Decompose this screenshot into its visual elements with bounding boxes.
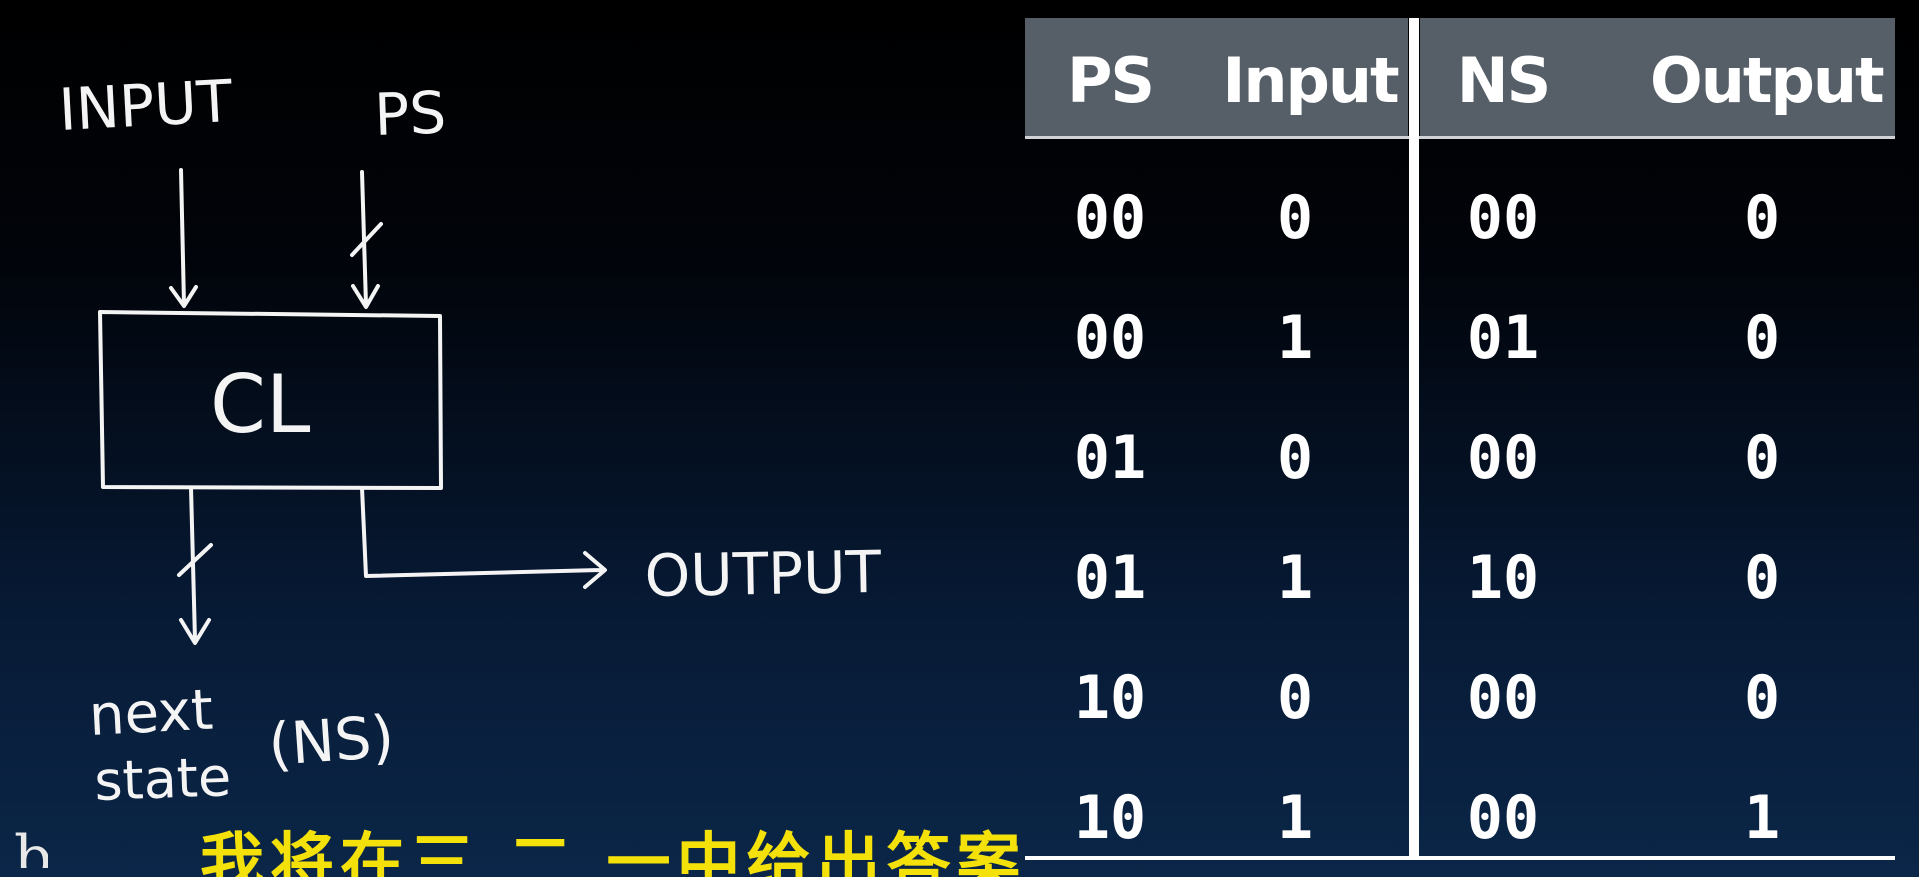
ns-label: (NS) [266, 702, 396, 779]
table-cell-output: 1 [1743, 783, 1781, 853]
header-output: Output [1650, 44, 1885, 117]
table-cell-ns: 10 [1466, 543, 1540, 613]
cl-label: CL [210, 358, 311, 451]
table-cell-ns: 00 [1466, 783, 1540, 853]
header-rule [1025, 136, 1895, 139]
table-cell-ns: 00 [1466, 663, 1540, 733]
table-cell-output: 0 [1743, 303, 1781, 373]
state-label: state [93, 745, 232, 813]
table-cell-input: 0 [1276, 423, 1314, 493]
next-state-arrow [177, 486, 213, 645]
output-label: OUTPUT [644, 538, 882, 610]
table-cell-ps: 10 [1073, 663, 1147, 733]
table-cell-input: 1 [1276, 303, 1314, 373]
table-header: PS Input NS Output [1025, 18, 1895, 136]
table-cell-ps: 01 [1073, 423, 1147, 493]
input-label: INPUT [57, 67, 234, 144]
table-cell-ns: 01 [1466, 303, 1540, 373]
ps-bus-arrow [350, 170, 383, 309]
table-cell-input: 1 [1276, 543, 1314, 613]
cropped-glyph: b [14, 828, 48, 868]
table-cell-output: 0 [1743, 183, 1781, 253]
table-cell-ns: 00 [1466, 423, 1540, 493]
table-cell-output: 0 [1743, 423, 1781, 493]
video-subtitle: 我将在三 二 一中给出答案 [200, 827, 1027, 877]
table-cell-output: 0 [1743, 543, 1781, 613]
next-label: next [87, 678, 214, 749]
table-cell-ps: 00 [1073, 303, 1147, 373]
table-cell-ns: 00 [1466, 183, 1540, 253]
input-arrow [169, 168, 198, 308]
table-cell-input: 0 [1276, 663, 1314, 733]
header-ns: NS [1456, 44, 1552, 117]
table-cell-ps: 10 [1073, 783, 1147, 853]
state-transition-table: PS Input NS Output 00 0 00 0 00 1 01 0 0… [1025, 18, 1895, 863]
header-input: Input [1222, 44, 1399, 117]
table-cell-ps: 00 [1073, 183, 1147, 253]
slide: INPUT PS CL OUTPUT next state (NS) PS In… [0, 0, 1919, 877]
output-arrow [360, 486, 607, 589]
table-cell-input: 0 [1276, 183, 1314, 253]
table-cell-input: 1 [1276, 783, 1314, 853]
table-bottom-rule [1025, 856, 1895, 860]
ps-label: PS [373, 79, 447, 149]
state-machine-diagram: INPUT PS CL OUTPUT next state (NS) [57, 67, 882, 813]
table-cell-output: 0 [1743, 663, 1781, 733]
table-cell-ps: 01 [1073, 543, 1147, 613]
header-ps: PS [1066, 44, 1155, 117]
